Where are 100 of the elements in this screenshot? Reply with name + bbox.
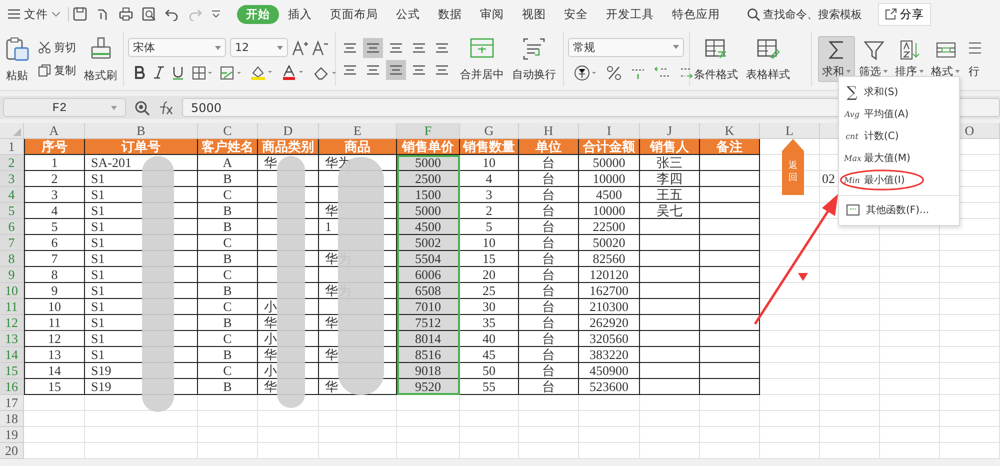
empty-cell <box>579 395 640 411</box>
empty-cell <box>880 411 940 427</box>
ribbon-tab[interactable]: 插入 <box>279 4 321 24</box>
table-cell: B <box>198 251 258 267</box>
empty-cell <box>760 411 820 427</box>
undo-icon[interactable] <box>165 7 179 21</box>
cell-style-icon[interactable] <box>220 66 242 80</box>
row-header[interactable]: 1 <box>0 139 24 155</box>
ribbon-tab[interactable]: 公式 <box>387 4 429 24</box>
ribbon-tool-button[interactable]: 行 <box>964 37 984 81</box>
grow-font-icon[interactable] <box>292 40 308 56</box>
format-painter-button[interactable]: 格式刷 <box>84 36 117 82</box>
caret-icon <box>215 46 221 50</box>
file-menu[interactable]: 文件 <box>8 6 69 22</box>
font-color-icon[interactable] <box>282 65 306 80</box>
print-icon[interactable] <box>119 7 133 21</box>
empty-cell <box>820 427 880 443</box>
caret-icon <box>846 70 851 73</box>
customize-icon[interactable] <box>211 10 221 18</box>
ribbon-tab[interactable]: 审阅 <box>471 4 513 24</box>
paste-button[interactable]: 粘贴 <box>4 36 30 82</box>
column-header[interactable]: L <box>760 123 820 139</box>
ribbon-tab[interactable]: 开发工具 <box>597 4 663 24</box>
bold-icon[interactable] <box>134 66 146 79</box>
currency-icon[interactable] <box>574 64 598 80</box>
alignment-icon[interactable] <box>386 60 406 80</box>
font-size-select[interactable]: 12 <box>230 38 288 57</box>
column-header[interactable]: A <box>24 123 85 139</box>
table-cell: 82560 <box>579 251 640 267</box>
font-family-select[interactable]: 宋体 <box>128 38 226 57</box>
print-preview-icon[interactable] <box>142 7 156 21</box>
menu-item[interactable]: Max 最大值(M) <box>839 147 959 169</box>
shrink-font-icon[interactable] <box>312 40 328 56</box>
merge-center-button[interactable]: 合并居中 <box>460 36 504 82</box>
name-box[interactable]: F2 <box>3 98 126 117</box>
empty-cell <box>760 251 820 267</box>
row-header[interactable]: 19 <box>0 427 24 443</box>
table-cell: 262920 <box>579 315 640 331</box>
ribbon-tab[interactable]: 数据 <box>429 4 471 24</box>
empty-cell <box>940 427 1000 443</box>
copy-button[interactable]: 复制 <box>38 63 76 78</box>
number-format-select[interactable]: 常规 <box>568 38 684 56</box>
percent-icon[interactable] <box>606 64 622 80</box>
row-header[interactable]: 20 <box>0 443 24 459</box>
alignment-icon[interactable] <box>363 38 383 58</box>
save-icon[interactable] <box>73 7 87 21</box>
menu-item[interactable]: Min 最小值(I) <box>839 169 959 191</box>
ribbon-tool-button[interactable]: 格式 <box>928 37 963 81</box>
table-cell <box>700 203 760 219</box>
zoom-icon[interactable] <box>134 100 150 116</box>
table-style-button[interactable]: 表格样式 <box>746 36 790 82</box>
italic-icon[interactable] <box>154 66 164 79</box>
eraser-icon[interactable] <box>314 66 338 80</box>
border-icon[interactable] <box>192 66 212 80</box>
empty-cell <box>460 443 519 459</box>
column-header[interactable]: C <box>198 123 258 139</box>
function-icon[interactable] <box>158 100 174 114</box>
caret-icon <box>919 70 924 73</box>
column-header[interactable]: J <box>640 123 700 139</box>
command-search[interactable]: 查找命令、搜索模板 <box>747 6 862 22</box>
column-header[interactable]: D <box>258 123 319 139</box>
row-header[interactable]: 17 <box>0 395 24 411</box>
empty-cell <box>760 283 820 299</box>
empty-cell <box>940 347 1000 363</box>
empty-cell <box>760 219 820 235</box>
table-cell: 张三 <box>640 155 700 171</box>
caret-icon <box>277 46 283 50</box>
empty-cell <box>820 331 880 347</box>
menu-item[interactable]: 其他函数(F)... <box>839 195 959 221</box>
ribbon-tab[interactable]: 安全 <box>555 4 597 24</box>
ribbon-tool-button[interactable]: 求和 <box>818 36 855 82</box>
empty-cell <box>760 235 820 251</box>
row-header[interactable]: 18 <box>0 411 24 427</box>
caret-icon <box>52 12 60 16</box>
empty-cell <box>820 251 880 267</box>
ribbon-tool-button[interactable]: 筛选 <box>856 37 891 81</box>
column-header[interactable]: B <box>85 123 198 139</box>
ribbon-tab[interactable]: 特色应用 <box>663 4 729 24</box>
fill-color-icon[interactable] <box>250 65 274 80</box>
table-cell: 8516 <box>397 347 460 363</box>
share-button[interactable]: 分享 <box>878 2 931 26</box>
column-header[interactable]: K <box>700 123 760 139</box>
cut-button[interactable]: 剪切 <box>38 40 76 55</box>
ribbon-tool-button[interactable]: 排序 <box>892 37 927 81</box>
column-header[interactable]: I <box>579 123 640 139</box>
ribbon-tab[interactable]: 页面布局 <box>321 4 387 24</box>
wrap-text-button[interactable]: 自动换行 <box>512 36 556 82</box>
ribbon-tab[interactable]: 视图 <box>513 4 555 24</box>
marker-icon <box>798 273 808 281</box>
column-header[interactable]: H <box>519 123 579 139</box>
empty-cell <box>519 443 579 459</box>
column-header[interactable]: G <box>460 123 519 139</box>
table-cell: 9 <box>24 283 85 299</box>
brush-icon <box>88 36 112 62</box>
conditional-format-button[interactable]: 条件格式 <box>694 36 738 82</box>
underline-icon[interactable] <box>172 66 184 80</box>
column-header[interactable]: E <box>319 123 397 139</box>
table-cell <box>700 331 760 347</box>
header-cell: 销售数量 <box>460 139 519 155</box>
table-icon <box>703 36 729 60</box>
